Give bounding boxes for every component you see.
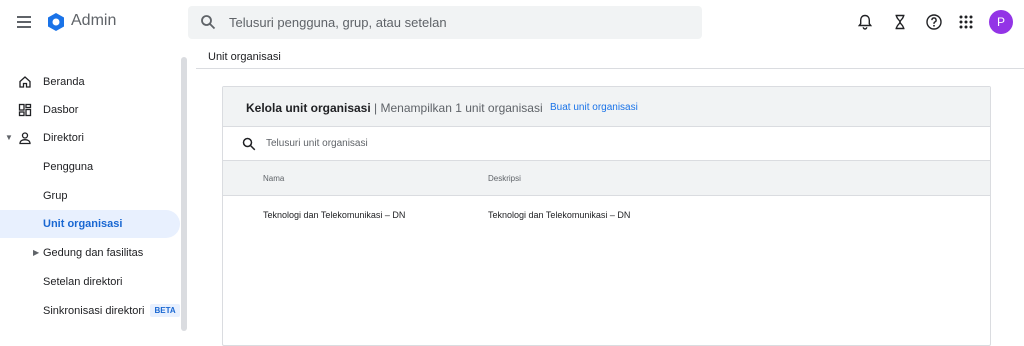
table-row[interactable]: Teknologi dan Telekomunikasi – DN Teknol… bbox=[223, 196, 990, 234]
table-header: Nama Deskripsi bbox=[223, 161, 990, 196]
create-org-unit-link[interactable]: Buat unit organisasi bbox=[550, 102, 638, 113]
card-title: Kelola unit organisasi bbox=[246, 101, 371, 115]
sidebar-item-label: Sinkronisasi direktori bbox=[43, 305, 145, 317]
sidebar-item-label: Unit organisasi bbox=[43, 218, 123, 230]
search-input[interactable]: Telusuri pengguna, grup, atau setelan bbox=[229, 15, 447, 30]
org-unit-search[interactable]: Telusuri unit organisasi bbox=[223, 127, 990, 161]
sidebar-scrollbar[interactable] bbox=[181, 57, 187, 331]
sidebar-item-label: Pengguna bbox=[43, 161, 94, 173]
search-icon bbox=[201, 15, 216, 30]
sidebar-item-setelan-direktori[interactable]: Setelan direktori bbox=[0, 268, 180, 296]
menu-icon[interactable] bbox=[13, 11, 35, 33]
sidebar-item-dasbor[interactable]: Dasbor bbox=[0, 96, 180, 124]
column-header-nama[interactable]: Nama bbox=[263, 174, 284, 183]
apps-icon[interactable] bbox=[957, 13, 975, 31]
sidebar-item-label: Grup bbox=[43, 190, 68, 202]
cell-description: Teknologi dan Telekomunikasi – DN bbox=[488, 210, 631, 220]
card-separator: | bbox=[374, 101, 378, 115]
sidebar-item-label: Direktori bbox=[43, 132, 84, 144]
sidebar-item-sinkronisasi-direktori[interactable]: Sinkronisasi direktori BETA bbox=[0, 296, 180, 324]
bell-icon[interactable] bbox=[856, 13, 874, 31]
card-title-wrap: Kelola unit organisasi | Menampilkan 1 u… bbox=[246, 101, 543, 115]
column-header-deskripsi[interactable]: Deskripsi bbox=[488, 174, 521, 183]
hourglass-icon[interactable] bbox=[891, 13, 909, 31]
org-unit-search-input[interactable]: Telusuri unit organisasi bbox=[266, 138, 368, 149]
sidebar-item-label: Gedung dan fasilitas bbox=[43, 247, 144, 259]
dashboard-icon bbox=[18, 103, 32, 117]
sidebar: Beranda Dasbor ▼ Direktori Pengguna Grup… bbox=[0, 46, 188, 331]
help-icon[interactable] bbox=[925, 13, 943, 31]
caret-right-icon[interactable]: ▶ bbox=[33, 248, 39, 257]
global-search[interactable]: Telusuri pengguna, grup, atau setelan bbox=[188, 6, 702, 39]
cell-name[interactable]: Teknologi dan Telekomunikasi – DN bbox=[263, 210, 405, 220]
card-subtitle: Menampilkan 1 unit organisasi bbox=[380, 101, 543, 115]
breadcrumb: Unit organisasi bbox=[196, 46, 1024, 69]
sidebar-item-unit-organisasi[interactable]: Unit organisasi bbox=[0, 210, 180, 238]
caret-down-icon[interactable]: ▼ bbox=[5, 133, 13, 142]
sidebar-item-label: Setelan direktori bbox=[43, 276, 123, 288]
admin-logo-icon[interactable] bbox=[46, 12, 66, 32]
card-header: Kelola unit organisasi | Menampilkan 1 u… bbox=[223, 87, 990, 127]
home-icon bbox=[19, 76, 31, 88]
sidebar-item-beranda[interactable]: Beranda bbox=[0, 68, 180, 96]
sidebar-item-direktori[interactable]: ▼ Direktori bbox=[0, 124, 180, 152]
beta-badge: BETA bbox=[150, 304, 180, 317]
app-title[interactable]: Admin bbox=[71, 12, 116, 30]
sidebar-item-label: Dasbor bbox=[43, 104, 79, 116]
org-units-card: Kelola unit organisasi | Menampilkan 1 u… bbox=[222, 86, 991, 346]
breadcrumb-current: Unit organisasi bbox=[208, 51, 281, 63]
top-bar: Admin Telusuri pengguna, grup, atau sete… bbox=[0, 0, 1024, 46]
person-icon bbox=[19, 132, 31, 145]
search-icon bbox=[242, 137, 256, 151]
sidebar-item-pengguna[interactable]: Pengguna bbox=[0, 153, 180, 181]
sidebar-item-label: Beranda bbox=[43, 76, 85, 88]
avatar[interactable]: P bbox=[989, 10, 1013, 34]
sidebar-item-grup[interactable]: Grup bbox=[0, 182, 180, 210]
sidebar-item-gedung-dan-fasilitas[interactable]: ▶ Gedung dan fasilitas bbox=[0, 239, 180, 267]
